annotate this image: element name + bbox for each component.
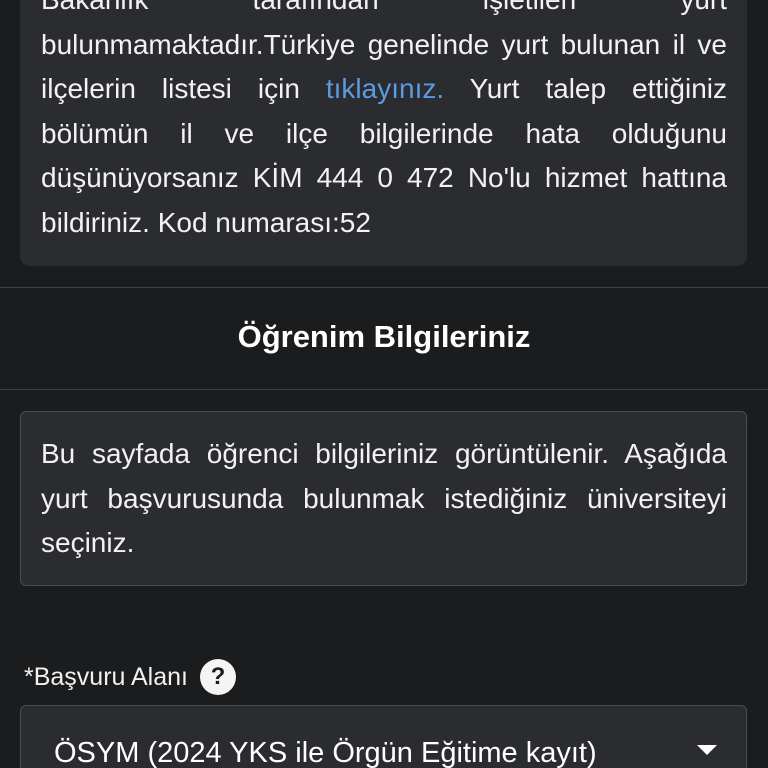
chevron-down-icon[interactable]: [697, 745, 717, 755]
help-icon[interactable]: ?: [200, 659, 236, 695]
basvuru-alani-selected-value[interactable]: ÖSYM (2024 YKS ile Örgün Eğitime kayıt): [54, 733, 654, 768]
basvuru-alani-label: *Başvuru Alanı ?: [24, 658, 236, 696]
divider-bottom: [0, 389, 768, 390]
description-text: Bu sayfada öğrenci bilgileriniz görüntül…: [41, 438, 727, 558]
dormitory-info-text: Bakanlık tarafından işletilen yurt bulun…: [41, 0, 727, 245]
section-title: Öğrenim Bilgileriniz: [237, 319, 531, 354]
basvuru-alani-label-text: *Başvuru Alanı: [24, 663, 188, 691]
dormitory-list-link[interactable]: tıklayınız.: [326, 73, 444, 104]
page: Bakanlık tarafından işletilen yurt bulun…: [0, 0, 768, 768]
divider-top: [0, 287, 768, 288]
